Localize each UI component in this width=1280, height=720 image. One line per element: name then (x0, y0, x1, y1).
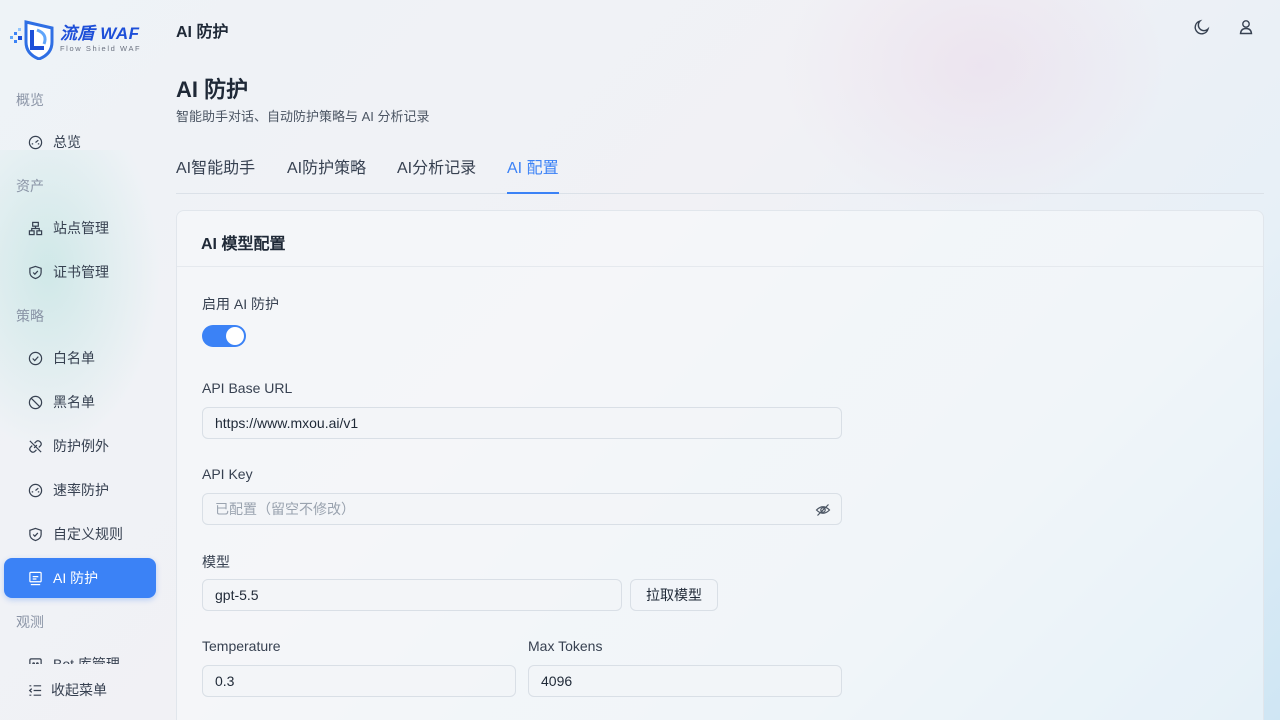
sidebar-item-label: AI 防护 (53, 570, 99, 586)
logo-subtitle: Flow Shield WAF (60, 44, 142, 53)
bot-icon (29, 657, 42, 664)
nav-group-assets: 资产 (16, 178, 44, 194)
sidebar-item-label: 防护例外 (53, 438, 109, 454)
sidebar-item-label: Bot 库管理 (53, 656, 120, 664)
tab-ai-config[interactable]: AI 配置 (507, 154, 559, 194)
user-icon (1239, 20, 1253, 35)
sidebar-item-label: 白名单 (53, 350, 95, 366)
sidebar-item-sites[interactable]: 站点管理 (4, 208, 156, 248)
shield-check-icon (29, 527, 42, 541)
api-key-label: API Key (202, 466, 253, 482)
moon-icon (1194, 19, 1210, 35)
max-tokens-input[interactable]: 4096 (528, 665, 842, 697)
sidebar-item-label: 速率防护 (53, 482, 109, 498)
ban-icon (28, 395, 43, 409)
logo-title: 流盾 WAF (60, 24, 140, 43)
ai-icon (29, 571, 42, 585)
check-circle-icon (28, 351, 43, 365)
collapse-menu-label: 收起菜单 (51, 682, 107, 698)
base-url-input[interactable]: https://www.mxou.ai/v1 (202, 407, 842, 439)
link-off-icon (29, 439, 42, 453)
temperature-label: Temperature (202, 638, 281, 654)
tab-ai-policy[interactable]: AI防护策略 (287, 154, 366, 194)
max-tokens-label: Max Tokens (528, 638, 603, 654)
base-url-label: API Base URL (202, 380, 293, 396)
nav-group-overview: 概览 (16, 92, 44, 108)
nav-group-policy: 策略 (16, 308, 44, 324)
model-label: 模型 (202, 554, 230, 570)
sidebar-item-label: 自定义规则 (53, 526, 123, 542)
tab-ai-assistant[interactable]: AI智能助手 (176, 154, 255, 194)
sidebar-item-label: 黑名单 (53, 394, 95, 410)
sidebar-item-bot-library[interactable]: Bot 库管理 (4, 650, 156, 664)
sidebar-item-overview[interactable]: 总览 (4, 122, 156, 162)
card-title: AI 模型配置 (201, 236, 286, 253)
page-subtitle: 智能助手对话、自动防护策略与 AI 分析记录 (176, 109, 430, 124)
eye-off-icon[interactable] (815, 502, 831, 518)
fetch-models-button[interactable]: 拉取模型 (630, 579, 718, 611)
toggle-knob (226, 327, 244, 345)
api-key-input[interactable]: 已配置（留空不修改） (202, 493, 842, 525)
api-key-placeholder: 已配置（留空不修改） (215, 501, 355, 517)
sidebar: 流盾 WAF Flow Shield WAF 概览 总览 资产 站点管理 证书管… (0, 0, 160, 720)
enable-ai-toggle[interactable] (202, 325, 246, 347)
enable-ai-label: 启用 AI 防护 (202, 296, 280, 312)
collapse-menu-icon (28, 684, 42, 696)
sidebar-item-label: 站点管理 (53, 220, 109, 236)
sidebar-item-whitelist[interactable]: 白名单 (4, 338, 156, 378)
sidebar-item-rate-limit[interactable]: 速率防护 (4, 470, 156, 510)
tab-ai-records[interactable]: AI分析记录 (397, 154, 476, 194)
collapse-menu-button[interactable]: 收起菜单 (28, 680, 107, 700)
shield-logo-icon (10, 18, 56, 61)
dashboard-icon (28, 135, 43, 149)
card-header: AI 模型配置 (177, 211, 1263, 267)
shield-check-icon (29, 265, 42, 279)
speedometer-icon (28, 483, 43, 497)
logo: 流盾 WAF Flow Shield WAF (10, 18, 150, 61)
nav-group-observe: 观测 (16, 614, 44, 630)
tab-bar: AI智能助手 AI防护策略 AI分析记录 AI 配置 (176, 146, 1264, 194)
temperature-input[interactable]: 0.3 (202, 665, 516, 697)
ai-model-config-card: AI 模型配置 启用 AI 防护 API Base URL https://ww… (176, 210, 1264, 720)
user-menu-button[interactable] (1237, 18, 1257, 38)
sidebar-item-blacklist[interactable]: 黑名单 (4, 382, 156, 422)
sidebar-item-label: 总览 (53, 134, 81, 150)
sidebar-item-custom-rules[interactable]: 自定义规则 (4, 514, 156, 554)
sitemap-icon (28, 221, 43, 235)
sidebar-item-certificates[interactable]: 证书管理 (4, 252, 156, 292)
sidebar-item-label: 证书管理 (53, 264, 109, 280)
sidebar-item-exceptions[interactable]: 防护例外 (4, 426, 156, 466)
sidebar-item-ai-protection[interactable]: AI 防护 (4, 558, 156, 598)
theme-toggle-button[interactable] (1193, 18, 1213, 38)
model-input[interactable]: gpt-5.5 (202, 579, 622, 611)
page-title: AI 防护 (176, 77, 249, 102)
topbar-title: AI 防护 (176, 24, 229, 41)
sidebar-scroll-clip: Bot 库管理 (0, 650, 160, 664)
